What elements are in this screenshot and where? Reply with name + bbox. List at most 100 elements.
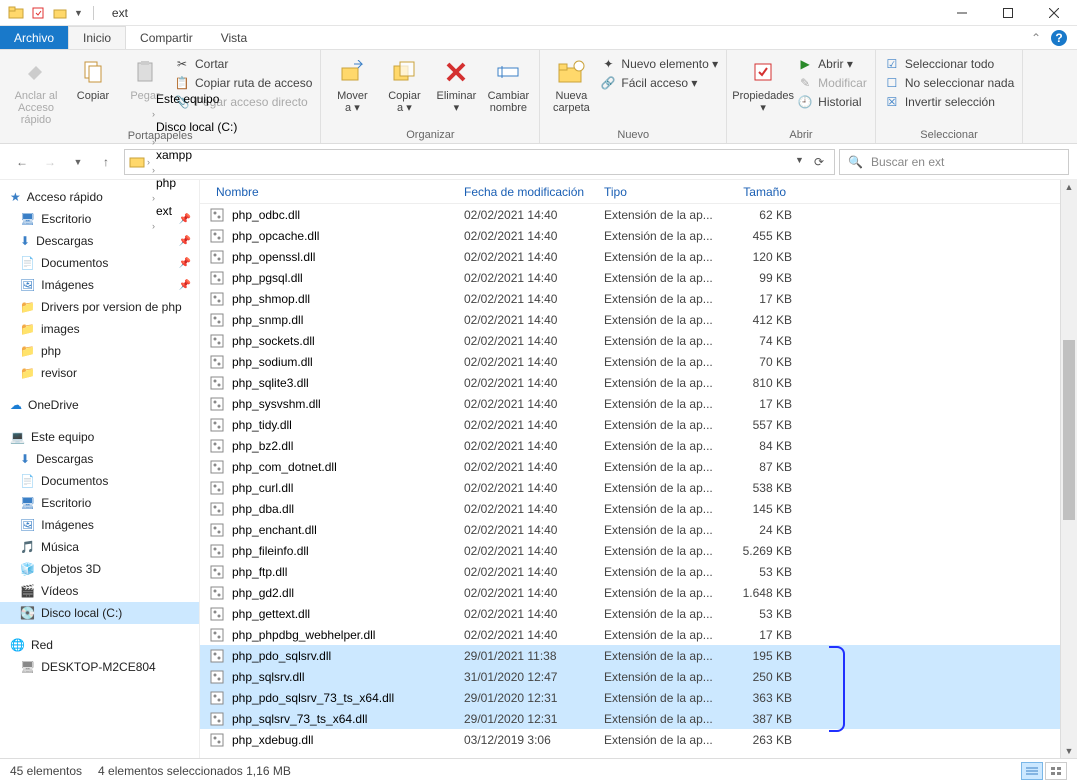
sidebar-videos[interactable]: 🎬Vídeos (0, 580, 199, 602)
pin-quickaccess-button[interactable]: Anclar alAcceso rápido (8, 54, 64, 128)
tab-vista[interactable]: Vista (207, 26, 261, 49)
sidebar-disco-local[interactable]: 💽Disco local (C:) (0, 602, 199, 624)
vertical-scrollbar[interactable]: ▲ ▼ (1060, 180, 1077, 758)
sidebar-documentos2[interactable]: 📄Documentos (0, 470, 199, 492)
sidebar-musica[interactable]: 🎵Música (0, 536, 199, 558)
invert-selection-button[interactable]: ☒Invertir selección (884, 94, 1014, 110)
search-input[interactable]: 🔍 Buscar en ext (839, 149, 1069, 175)
sidebar-este-equipo[interactable]: 💻Este equipo (0, 426, 199, 448)
up-button[interactable]: ↑ (98, 154, 114, 170)
recent-dropdown[interactable]: ▼ (70, 154, 86, 170)
sidebar-escritorio2[interactable]: 🖥Escritorio (0, 492, 199, 514)
sidebar-descargas[interactable]: ⬇Descargas📌 (0, 230, 199, 252)
tab-archivo[interactable]: Archivo (0, 26, 68, 49)
open-button[interactable]: ▶Abrir ▾ (797, 56, 867, 72)
sidebar-images-folder[interactable]: 📁images (0, 318, 199, 340)
forward-button[interactable]: → (42, 154, 58, 170)
maximize-button[interactable] (985, 0, 1031, 26)
column-headers[interactable]: Nombre Fecha de modificación Tipo Tamaño (200, 180, 1060, 204)
file-row[interactable]: php_sqlsrv.dll31/01/2020 12:47Extensión … (200, 666, 1060, 687)
file-row[interactable]: php_ftp.dll02/02/2021 14:40Extensión de … (200, 561, 1060, 582)
scrollbar-thumb[interactable] (1063, 340, 1075, 520)
file-row[interactable]: php_pgsql.dll02/02/2021 14:40Extensión d… (200, 267, 1060, 288)
tab-compartir[interactable]: Compartir (126, 26, 207, 49)
close-button[interactable] (1031, 0, 1077, 26)
properties-button[interactable]: Propiedades▾ (735, 54, 791, 116)
address-bar[interactable]: › Este equipo›Disco local (C:)›xampp›php… (124, 149, 835, 175)
minimize-button[interactable] (939, 0, 985, 26)
sidebar-desktop-pc[interactable]: 🖥DESKTOP-M2CE804 (0, 656, 199, 678)
view-icons-button[interactable] (1045, 762, 1067, 780)
breadcrumb-item[interactable]: Disco local (C:) (152, 120, 241, 134)
file-row[interactable]: php_sockets.dll02/02/2021 14:40Extensión… (200, 330, 1060, 351)
copy-path-button[interactable]: 📋Copiar ruta de acceso (174, 75, 312, 91)
file-row[interactable]: php_fileinfo.dll02/02/2021 14:40Extensió… (200, 540, 1060, 561)
file-row[interactable]: php_pdo_sqlsrv_73_ts_x64.dll29/01/2020 1… (200, 687, 1060, 708)
sidebar-revisor[interactable]: 📁revisor (0, 362, 199, 384)
sidebar-documentos[interactable]: 📄Documentos📌 (0, 252, 199, 274)
qat-properties-icon[interactable] (30, 5, 46, 21)
qat-dropdown[interactable]: ▼ (74, 8, 83, 18)
file-row[interactable]: php_enchant.dll02/02/2021 14:40Extensión… (200, 519, 1060, 540)
file-row[interactable]: php_com_dotnet.dll02/02/2021 14:40Extens… (200, 456, 1060, 477)
file-row[interactable]: php_dba.dll02/02/2021 14:40Extensión de … (200, 498, 1060, 519)
breadcrumb-item[interactable]: xampp (152, 148, 241, 162)
file-row[interactable]: php_tidy.dll02/02/2021 14:40Extensión de… (200, 414, 1060, 435)
col-date[interactable]: Fecha de modificación (458, 185, 598, 199)
file-row[interactable]: php_snmp.dll02/02/2021 14:40Extensión de… (200, 309, 1060, 330)
file-row[interactable]: php_bz2.dll02/02/2021 14:40Extensión de … (200, 435, 1060, 456)
sidebar-php-folder[interactable]: 📁php (0, 340, 199, 362)
copy-button[interactable]: Copiar (70, 54, 116, 104)
file-name: php_pgsql.dll (232, 271, 458, 285)
sidebar-escritorio[interactable]: 🖥Escritorio📌 (0, 208, 199, 230)
file-row[interactable]: php_gettext.dll02/02/2021 14:40Extensión… (200, 603, 1060, 624)
delete-button[interactable]: Eliminar▾ (433, 54, 479, 116)
new-item-button[interactable]: ✦Nuevo elemento ▾ (600, 56, 718, 72)
file-row[interactable]: php_gd2.dll02/02/2021 14:40Extensión de … (200, 582, 1060, 603)
ribbon-collapse-icon[interactable]: ⌃ (1031, 31, 1041, 45)
refresh-button[interactable]: ⟳ (814, 155, 824, 169)
select-all-button[interactable]: ☑Seleccionar todo (884, 56, 1014, 72)
sidebar-onedrive[interactable]: ☁OneDrive (0, 394, 199, 416)
help-icon[interactable]: ? (1051, 30, 1067, 46)
sidebar-quick-access[interactable]: ★Acceso rápido (0, 186, 199, 208)
back-button[interactable]: ← (14, 154, 30, 170)
modify-button[interactable]: ✎Modificar (797, 75, 867, 91)
col-size[interactable]: Tamaño (718, 185, 792, 199)
file-row[interactable]: php_pdo_sqlsrv.dll29/01/2021 11:38Extens… (200, 645, 1060, 666)
tab-inicio[interactable]: Inicio (68, 26, 126, 49)
easy-access-button[interactable]: 🔗Fácil acceso ▾ (600, 75, 718, 91)
select-none-button[interactable]: ☐No seleccionar nada (884, 75, 1014, 91)
file-row[interactable]: php_sysvshm.dll02/02/2021 14:40Extensión… (200, 393, 1060, 414)
sidebar-red[interactable]: 🌐Red (0, 634, 199, 656)
col-type[interactable]: Tipo (598, 185, 718, 199)
qat-newfolder-icon[interactable] (52, 5, 68, 21)
sidebar-drivers[interactable]: 📁Drivers por version de php (0, 296, 199, 318)
move-to-button[interactable]: Movera ▾ (329, 54, 375, 116)
rename-button[interactable]: Cambiarnombre (485, 54, 531, 116)
file-row[interactable]: php_sqlsrv_73_ts_x64.dll29/01/2020 12:31… (200, 708, 1060, 729)
file-row[interactable]: php_opcache.dll02/02/2021 14:40Extensión… (200, 225, 1060, 246)
file-row[interactable]: php_odbc.dll02/02/2021 14:40Extensión de… (200, 204, 1060, 225)
breadcrumb-item[interactable]: Este equipo (152, 92, 241, 106)
address-dropdown[interactable]: ▼ (795, 155, 804, 169)
copy-to-button[interactable]: Copiara ▾ (381, 54, 427, 116)
col-name[interactable]: Nombre (210, 185, 458, 199)
file-row[interactable]: php_sodium.dll02/02/2021 14:40Extensión … (200, 351, 1060, 372)
sidebar-imagenes2[interactable]: 🖼Imágenes (0, 514, 199, 536)
view-details-button[interactable] (1021, 762, 1043, 780)
file-row[interactable]: php_phpdbg_webhelper.dll02/02/2021 14:40… (200, 624, 1060, 645)
file-row[interactable]: php_xdebug.dll03/12/2019 3:06Extensión d… (200, 729, 1060, 750)
file-row[interactable]: php_curl.dll02/02/2021 14:40Extensión de… (200, 477, 1060, 498)
history-button[interactable]: 🕘Historial (797, 94, 867, 110)
sidebar[interactable]: ★Acceso rápido 🖥Escritorio📌 ⬇Descargas📌 … (0, 180, 200, 758)
sidebar-objetos3d[interactable]: 🧊Objetos 3D (0, 558, 199, 580)
cut-button[interactable]: ✂Cortar (174, 56, 312, 72)
sidebar-imagenes[interactable]: 🖼Imágenes📌 (0, 274, 199, 296)
file-row[interactable]: php_openssl.dll02/02/2021 14:40Extensión… (200, 246, 1060, 267)
file-row[interactable]: php_shmop.dll02/02/2021 14:40Extensión d… (200, 288, 1060, 309)
sidebar-descargas2[interactable]: ⬇Descargas (0, 448, 199, 470)
new-folder-button[interactable]: Nuevacarpeta (548, 54, 594, 116)
file-row[interactable]: php_sqlite3.dll02/02/2021 14:40Extensión… (200, 372, 1060, 393)
file-type: Extensión de la ap... (598, 250, 718, 264)
